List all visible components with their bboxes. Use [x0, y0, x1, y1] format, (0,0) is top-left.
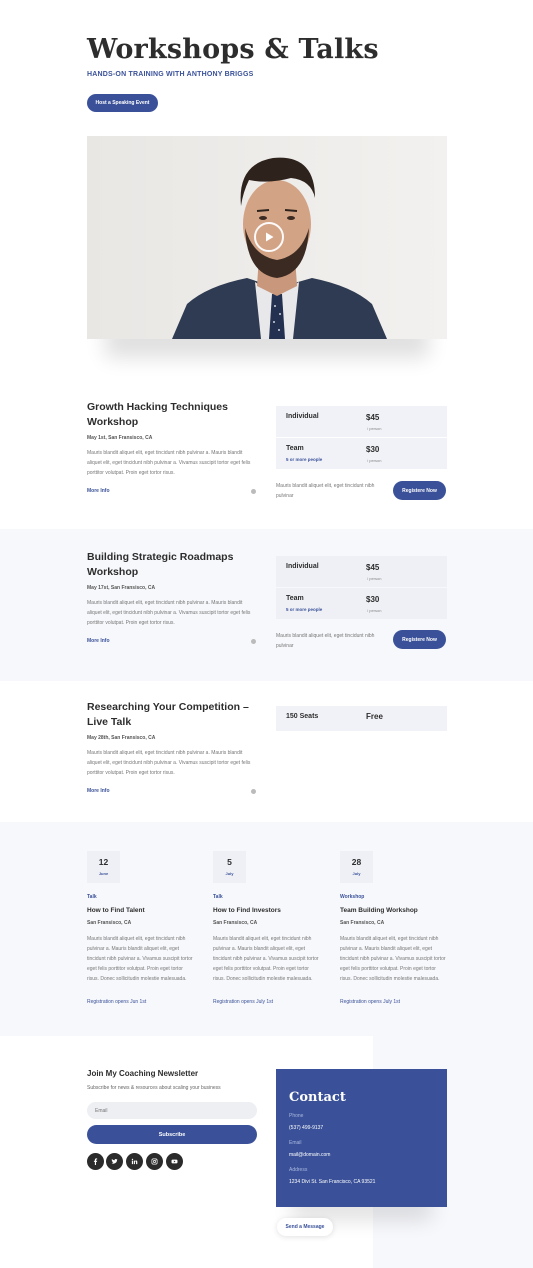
event-more-info-link[interactable]: More Info [87, 788, 110, 794]
more-info-arrow-icon [251, 489, 256, 494]
event-title: Building Strategic Roadmaps Workshop [87, 551, 234, 578]
date-day: 12 [98, 857, 109, 867]
send-message-button[interactable]: Send a Message [277, 1218, 333, 1236]
page-title: Workshops & Talks [87, 34, 379, 65]
pricing-name: 150 Seats [286, 713, 319, 720]
event-more-info-link[interactable]: More Info [87, 638, 110, 644]
host-speaking-event-button[interactable]: Host a Speaking Event [87, 94, 158, 112]
event-title: Researching Your Competition – Live Talk [87, 701, 249, 728]
contact-card: Contact Phone (537) 499-9137 Email mail@… [276, 1069, 447, 1207]
date-month: July [225, 871, 234, 876]
pricing-row: Individual $45 / person [276, 556, 447, 587]
event-title: Growth Hacking Techniques Workshop [87, 401, 228, 428]
pricing-row: Team 5 or more people $30 / person [276, 588, 447, 619]
register-note: Mauris blandit aliquet elit, eget tincid… [276, 483, 375, 499]
phone-label: Phone [289, 1113, 304, 1119]
talk-description: Mauris blandit aliquet elit, eget tincid… [87, 936, 193, 982]
event-meta: May 28th, San Fransisco, CA [87, 735, 156, 741]
date-month: July [352, 871, 361, 876]
talk-type: Talk [213, 894, 223, 900]
pricing-amount: $30 [366, 595, 380, 604]
event-description: Mauris blandit aliquet elit, eget tincid… [87, 450, 251, 476]
talk-title: Team Building Workshop [340, 907, 418, 914]
talk-title: How to Find Talent [87, 907, 145, 914]
talk-location: San Fransisco, CA [213, 920, 258, 926]
pricing-amount: $45 [366, 413, 380, 422]
talk-registration-link[interactable]: Registration opens July 1st [340, 999, 400, 1005]
date-badge: 12 June [87, 851, 120, 883]
register-now-button[interactable]: Registere Now [393, 630, 446, 649]
register-now-button[interactable]: Registere Now [393, 481, 446, 500]
newsletter-subtitle: Subscribe for news & resources about sca… [87, 1085, 221, 1091]
play-button[interactable] [254, 222, 284, 252]
pricing-unit: / person [367, 426, 382, 431]
event-meta: May 17st, San Fransisco, CA [87, 585, 156, 591]
event-description: Mauris blandit aliquet elit, eget tincid… [87, 750, 251, 776]
talk-description: Mauris blandit aliquet elit, eget tincid… [213, 936, 319, 982]
pricing-unit: / person [367, 576, 382, 581]
pricing-name: Team [286, 595, 304, 602]
pricing-amount: $30 [366, 445, 380, 454]
subscribe-button[interactable]: Subscribe [87, 1125, 257, 1144]
email-label: Email [289, 1140, 302, 1146]
date-day: 28 [351, 857, 362, 867]
date-month: June [98, 871, 109, 876]
event-description: Mauris blandit aliquet elit, eget tincid… [87, 600, 251, 626]
newsletter-title: Join My Coaching Newsletter [87, 1069, 199, 1078]
pricing-unit: / person [367, 608, 382, 613]
pricing-row: Team 5 or more people $30 / person [276, 438, 447, 469]
talk-location: San Fransisco, CA [87, 920, 132, 926]
talk-registration-link[interactable]: Registration opens Jun 1st [87, 999, 146, 1005]
pricing-row: Individual $45 / person [276, 406, 447, 437]
more-info-arrow-icon [251, 789, 256, 794]
register-note: Mauris blandit aliquet elit, eget tincid… [276, 633, 375, 649]
talk-location: San Fransisco, CA [340, 920, 385, 926]
linkedin-icon[interactable] [126, 1153, 143, 1170]
play-icon [266, 232, 274, 242]
page-subtitle: HANDS-ON TRAINING WITH ANTHONY BRIGGS [87, 71, 254, 78]
talk-registration-link[interactable]: Registration opens July 1st [213, 999, 273, 1005]
facebook-icon[interactable] [87, 1153, 104, 1170]
talk-title: How to Find Investors [213, 907, 281, 914]
pricing-note: 5 or more people [286, 457, 323, 462]
pricing-name: Team [286, 445, 304, 452]
talk-description: Mauris blandit aliquet elit, eget tincid… [340, 936, 446, 982]
address-label: Address [289, 1167, 308, 1173]
email-value: mail@domain.com [289, 1152, 331, 1158]
pricing-name: Individual [286, 563, 319, 570]
event-band [0, 529, 533, 681]
date-day: 5 [227, 857, 232, 867]
pricing-name: Individual [286, 413, 319, 420]
more-info-arrow-icon [251, 639, 256, 644]
talk-type: Workshop [340, 894, 365, 900]
email-input[interactable] [87, 1102, 257, 1119]
talk-type: Talk [87, 894, 97, 900]
instagram-icon[interactable] [146, 1153, 163, 1170]
contact-title: Contact [289, 1090, 346, 1105]
date-badge: 5 July [213, 851, 246, 883]
address-value: 1234 Divi St. San Francisco, CA 93521 [289, 1179, 376, 1185]
pricing-note: 5 or more people [286, 607, 323, 612]
pricing-amount: Free [366, 712, 383, 721]
youtube-icon[interactable] [166, 1153, 183, 1170]
event-more-info-link[interactable]: More Info [87, 488, 110, 494]
pricing-amount: $45 [366, 563, 380, 572]
phone-value: (537) 499-9137 [289, 1125, 324, 1131]
pricing-row: 150 Seats Free [276, 706, 447, 731]
date-badge: 28 July [340, 851, 373, 883]
twitter-icon[interactable] [106, 1153, 123, 1170]
event-meta: May 1st, San Fransisco, CA [87, 435, 153, 441]
pricing-unit: / person [367, 458, 382, 463]
